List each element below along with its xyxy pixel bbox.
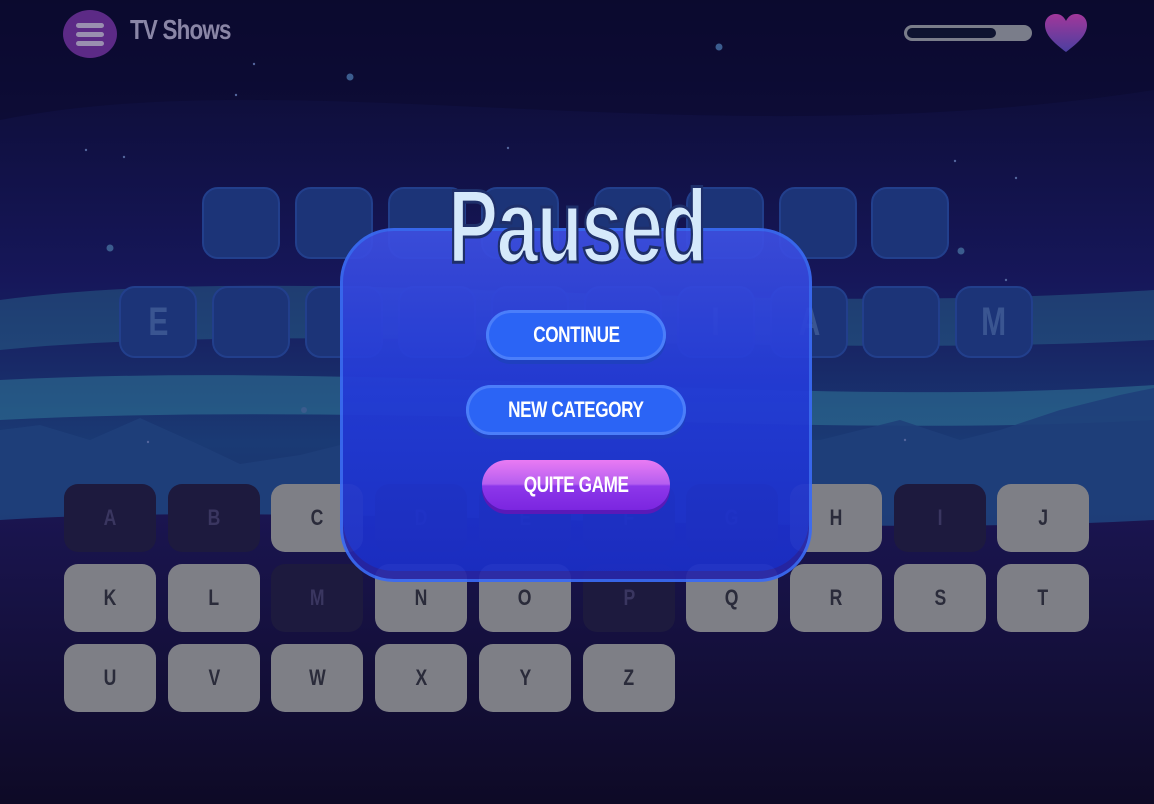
- quit-game-button[interactable]: QUITE GAME: [482, 460, 670, 510]
- new-category-button[interactable]: NEW CATEGORY: [466, 385, 686, 435]
- pause-overlay: Paused CONTINUE NEW CATEGORY QUITE GAME: [0, 0, 1154, 804]
- pause-title: Paused: [447, 168, 708, 287]
- continue-button[interactable]: CONTINUE: [486, 310, 666, 360]
